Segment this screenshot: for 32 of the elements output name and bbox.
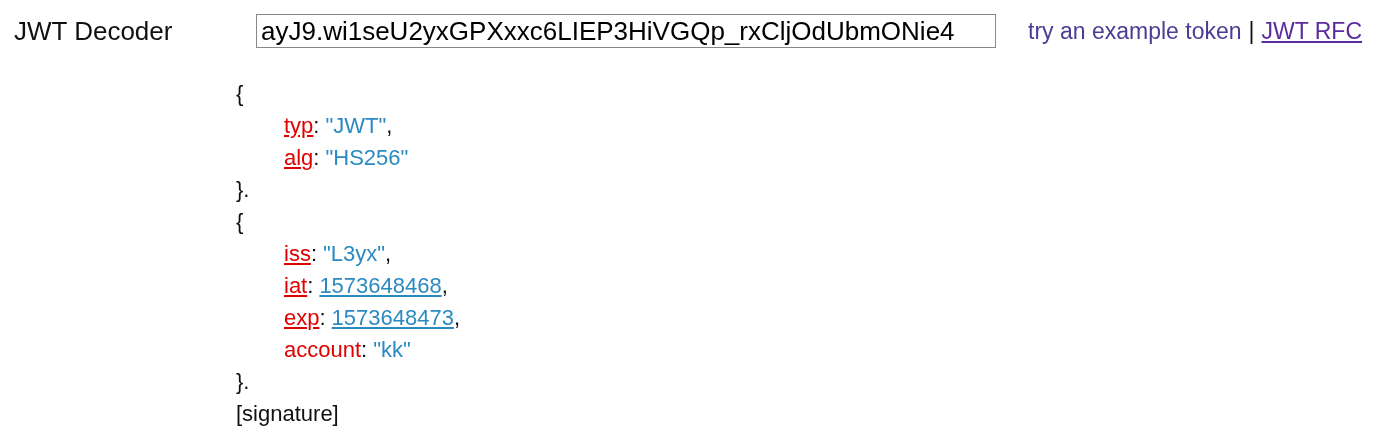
claim-value-link[interactable]: 1573648468: [319, 270, 442, 302]
colon: :: [361, 336, 368, 364]
comma: ,: [385, 240, 392, 268]
claim-value: "L3yx": [323, 240, 386, 268]
claim-key: exp: [284, 302, 320, 334]
claim-key: alg: [284, 142, 314, 174]
claim-key: iat: [284, 270, 308, 302]
signature-label: [signature]: [236, 400, 339, 428]
token-input[interactable]: ayJ9.wi1seU2yxGPXxxc6LIEP3HiVGQp_rxCljOdUbmONie4: [256, 14, 996, 48]
colon: :: [313, 112, 320, 140]
claim-key: iss: [284, 238, 311, 270]
claim-value: "kk": [373, 336, 411, 364]
claim-value-link[interactable]: 1573648473: [331, 302, 454, 334]
link-separator: |: [1248, 17, 1255, 45]
claim-key: typ: [284, 110, 314, 142]
rfc-link[interactable]: JWT RFC: [1261, 17, 1362, 45]
app-title: JWT Decoder: [14, 15, 174, 47]
colon: :: [319, 304, 326, 332]
close-brace: }.: [236, 368, 250, 396]
claim-key: account: [284, 334, 362, 366]
colon: :: [313, 144, 320, 172]
example-token-link[interactable]: try an example token: [1028, 17, 1242, 45]
comma: ,: [386, 112, 393, 140]
colon: :: [307, 272, 314, 300]
claim-value: "JWT": [325, 112, 387, 140]
open-brace: {: [236, 80, 244, 108]
close-brace: }.: [236, 176, 250, 204]
comma: ,: [441, 272, 448, 300]
open-brace: {: [236, 208, 244, 236]
colon: :: [310, 240, 317, 268]
comma: ,: [453, 304, 461, 332]
claim-value: "HS256": [325, 144, 409, 172]
